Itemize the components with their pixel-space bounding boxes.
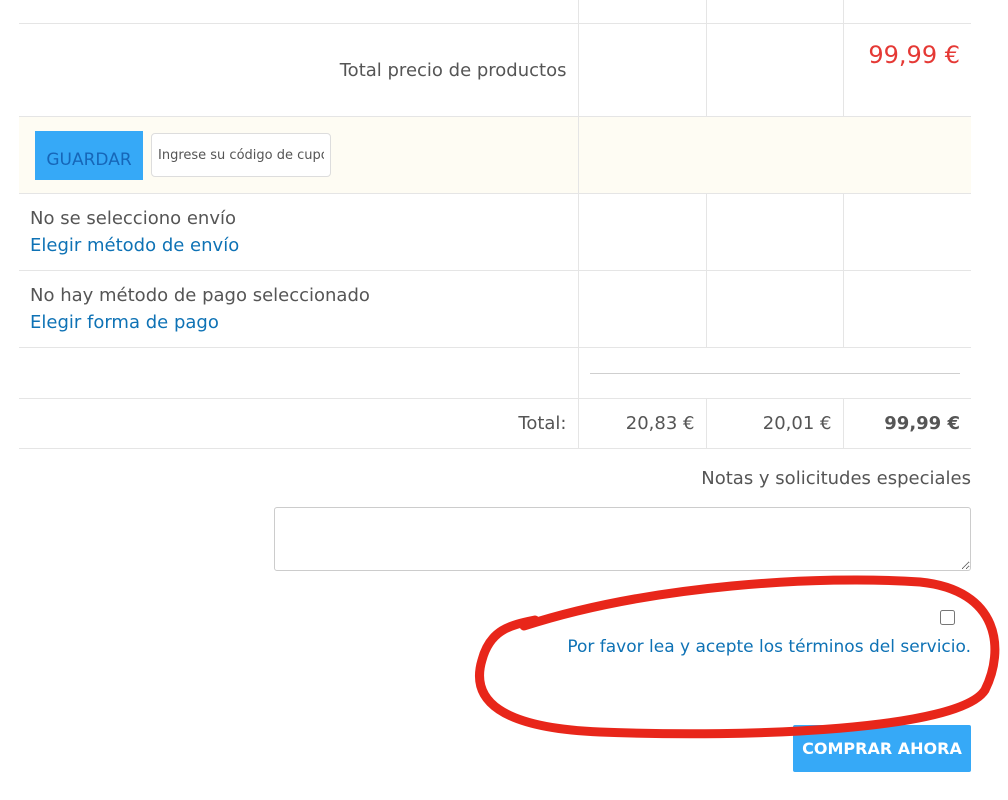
cart-table: Total precio de productos 99,99 € GUARDA… <box>19 0 971 449</box>
choose-payment-link[interactable]: Elegir forma de pago <box>30 309 567 336</box>
coupon-row: GUARDAR <box>19 116 971 194</box>
divider <box>589 372 960 374</box>
payment-row: No hay método de pago seleccionado Elegi… <box>19 270 971 348</box>
total-label: Total: <box>19 398 579 449</box>
total-net: 20,83 € <box>577 398 707 449</box>
terms-of-service-link[interactable]: Por favor lea y acepte los términos del … <box>567 637 971 657</box>
save-coupon-button[interactable]: GUARDAR <box>35 130 143 180</box>
accept-terms-checkbox[interactable] <box>940 610 955 625</box>
total-tax: 20,01 € <box>705 398 844 449</box>
notes-label: Notas y solicitudes especiales <box>701 468 971 489</box>
subtotal-row: Total precio de productos 99,99 € <box>19 23 971 117</box>
buy-now-button[interactable]: COMPRAR AHORA <box>793 725 971 772</box>
payment-status: No hay método de pago seleccionado <box>30 285 370 306</box>
coupon-form: GUARDAR <box>35 130 567 180</box>
separator-row <box>19 347 971 399</box>
total-grand: 99,99 € <box>842 398 971 449</box>
subtotal-label: Total precio de productos <box>19 23 579 117</box>
subtotal-price: 99,99 € <box>842 23 971 117</box>
special-requests-textarea[interactable] <box>274 507 971 571</box>
totals-row: Total: 20,83 € 20,01 € 99,99 € <box>19 398 971 449</box>
shipping-status: No se selecciono envío <box>30 208 236 229</box>
shipping-row: No se selecciono envío Elegir método de … <box>19 193 971 271</box>
coupon-code-input[interactable] <box>151 133 331 177</box>
cart-top-row <box>19 0 971 24</box>
choose-shipping-link[interactable]: Elegir método de envío <box>30 232 567 259</box>
